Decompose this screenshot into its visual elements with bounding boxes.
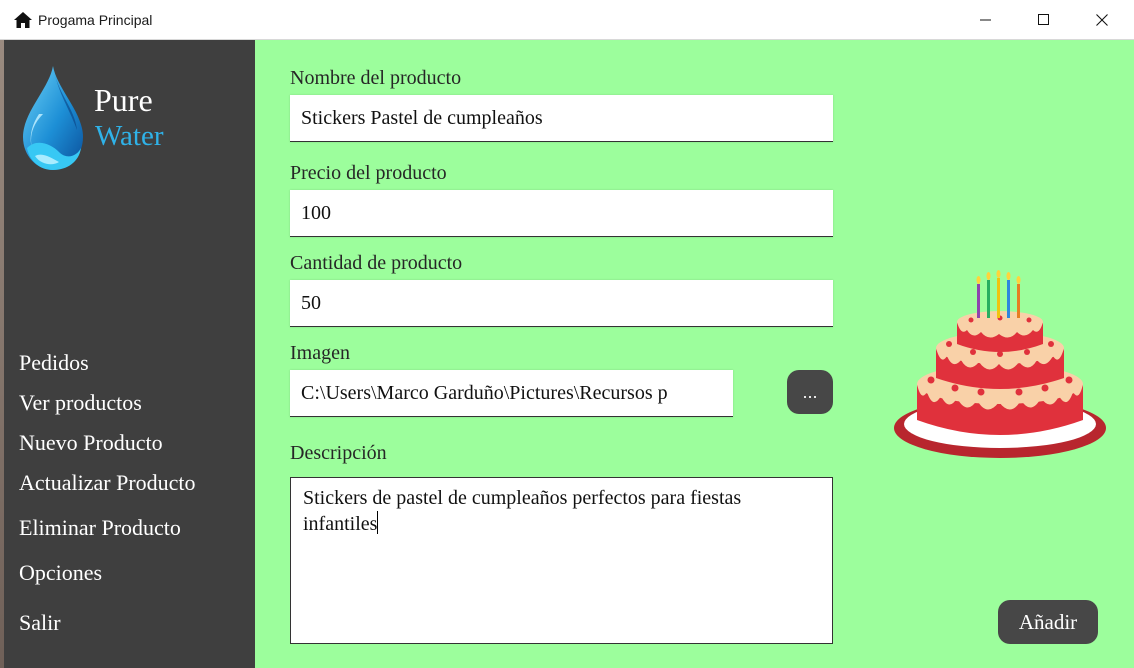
nav-item-pedidos[interactable]: Pedidos: [19, 350, 89, 376]
maximize-icon: [1038, 14, 1049, 25]
birthday-cake-image: [894, 270, 1106, 458]
nav-item-nuevo-producto[interactable]: Nuevo Producto: [19, 430, 163, 456]
maximize-button[interactable]: [1015, 0, 1073, 40]
description-text: Stickers de pastel de cumpleaños perfect…: [303, 487, 742, 535]
product-price-label: Precio del producto: [290, 162, 447, 184]
logo-text-pure: Pure: [94, 82, 153, 118]
sidebar: Pure Water Pedidos Ver productos Nuevo P…: [4, 40, 255, 668]
browse-image-button[interactable]: ...: [787, 370, 833, 414]
water-drop-icon: [23, 66, 83, 170]
window-title: Progama Principal: [38, 12, 153, 28]
nav-item-ver-productos[interactable]: Ver productos: [19, 390, 142, 416]
product-name-label: Nombre del producto: [290, 67, 462, 89]
add-button[interactable]: Añadir: [998, 600, 1098, 644]
product-form-panel: Nombre del producto Stickers Pastel de c…: [255, 40, 1134, 668]
minimize-button[interactable]: [957, 0, 1015, 40]
nav-item-actualizar-producto[interactable]: Actualizar Producto: [19, 470, 196, 496]
product-name-input[interactable]: Stickers Pastel de cumpleaños: [290, 95, 833, 142]
nav-item-opciones[interactable]: Opciones: [19, 560, 102, 586]
image-path-input[interactable]: C:\Users\Marco Garduño\Pictures\Recursos…: [290, 370, 733, 417]
logo-text-water: Water: [95, 120, 164, 152]
nav-item-salir[interactable]: Salir: [19, 610, 61, 636]
close-button[interactable]: [1073, 0, 1131, 40]
product-quantity-label: Cantidad de producto: [290, 252, 463, 274]
product-quantity-input[interactable]: 50: [290, 280, 833, 327]
text-caret: [377, 511, 379, 534]
description-textarea[interactable]: Stickers de pastel de cumpleaños perfect…: [290, 477, 833, 644]
nav-item-eliminar-producto[interactable]: Eliminar Producto: [19, 515, 181, 541]
product-price-input[interactable]: 100: [290, 190, 833, 237]
description-label: Descripción: [290, 442, 387, 464]
title-bar: Progama Principal: [0, 0, 1134, 40]
image-label: Imagen: [290, 342, 350, 364]
close-icon: [1096, 14, 1108, 26]
home-icon: [14, 12, 32, 28]
minimize-icon: [980, 19, 991, 21]
